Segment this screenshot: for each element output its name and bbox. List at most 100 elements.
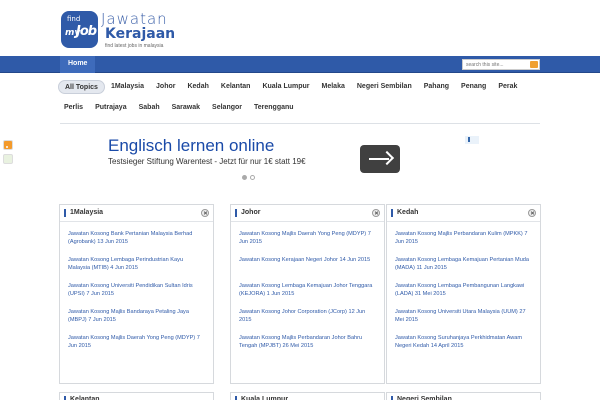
job-date: 26 Mei 2015	[282, 343, 314, 349]
ad-title[interactable]: Englisch lernen online	[108, 136, 274, 156]
header: find my Job Jawatan Kerajaan find latest…	[0, 0, 600, 56]
job-date: 1 Jun 2015	[266, 291, 295, 297]
widget-title: Johor	[235, 209, 260, 217]
topic-putrajaya[interactable]: Putrajaya	[89, 101, 133, 115]
list-item[interactable]: Jawatan Kosong Bank Pertanian Malaysia B…	[68, 230, 205, 246]
widget-list: Jawatan Kosong Bank Pertanian Malaysia B…	[60, 222, 213, 350]
widget-list: Jawatan Kosong Majlis Perbandaran Kulim …	[387, 222, 540, 350]
topic-negeri-sembilan[interactable]: Negeri Sembilan	[351, 80, 418, 94]
topic-pahang[interactable]: Pahang	[418, 80, 455, 94]
topic-sabah[interactable]: Sabah	[133, 101, 166, 115]
widget-header: Johor	[231, 205, 384, 222]
close-icon[interactable]	[201, 209, 209, 217]
job-date: 4 Jun 2015	[110, 265, 138, 271]
topic-perlis[interactable]: Perlis	[58, 101, 89, 115]
list-item[interactable]: Jawatan Kosong Lembaga Perindustrian Kay…	[68, 256, 205, 272]
job-link[interactable]: Jawatan Kosong Kerajaan Negeri Johor	[239, 257, 338, 263]
topic-penang[interactable]: Penang	[455, 80, 492, 94]
topic-filter: All Topics 1Malaysia Johor Kedah Kelantan Kua…	[58, 78, 542, 120]
job-link[interactable]: Jawatan Kosong Majlis Perbandaran Kulim …	[395, 231, 523, 237]
adchoices-icon[interactable]	[465, 136, 479, 144]
topic-kelantan[interactable]: Kelantan	[215, 80, 257, 94]
topic-row: Perlis Putrajaya Sabah Sarawak Selangor Teren…	[58, 99, 542, 117]
site-logo[interactable]: find my Job Jawatan Kerajaan find latest…	[61, 11, 175, 49]
search-input[interactable]	[463, 60, 529, 69]
job-date: 11 Jun 2015	[416, 265, 447, 271]
widget-title: 1Malaysia	[64, 209, 103, 217]
list-item[interactable]: Jawatan Kosong Majlis Daerah Yong Peng (…	[239, 230, 376, 246]
search-box	[462, 59, 540, 70]
widget-title: Kedah	[391, 209, 418, 217]
job-link[interactable]: Jawatan Kosong Johor Corporation (JCorp)	[239, 309, 347, 315]
logo-line2: Kerajaan	[105, 26, 176, 42]
widget-negeri-sembilan: Negeri Sembilan	[386, 392, 541, 400]
job-link[interactable]: Jawatan Kosong Majlis Daerah Yong Peng (…	[239, 231, 366, 237]
job-date: 14 Jun 2015	[339, 257, 371, 263]
list-item[interactable]: Jawatan Kosong Suruhanjaya Perkhidmatan …	[395, 334, 532, 350]
logo-tagline: find latest jobs in malaysia	[105, 43, 164, 49]
topic-kuala-lumpur[interactable]: Kuala Lumpur	[256, 80, 315, 94]
job-link[interactable]: Jawatan Kosong Universiti Utara Malaysia…	[395, 309, 518, 315]
widget-kelantan: Kelantan	[59, 392, 214, 400]
logo-badge-job: Job	[76, 24, 97, 39]
widget-kedah: Kedah Jawatan Kosong Majlis Perbandaran K…	[386, 204, 541, 384]
widget-header: 1Malaysia	[60, 205, 213, 222]
arrow-right-icon[interactable]	[360, 145, 400, 173]
job-date: 13 Jun 2015	[97, 239, 129, 245]
page: find my Job Jawatan Kerajaan find latest…	[0, 0, 600, 400]
list-item[interactable]: Jawatan Kosong Lembaga Kemajuan Johor Te…	[239, 282, 376, 298]
list-item[interactable]: Jawatan Kosong Universiti Utara Malaysia…	[395, 308, 532, 324]
widget-1malaysia: 1Malaysia Jawatan Kosong Bank Pertanian M…	[59, 204, 214, 384]
ad-pager-dot[interactable]	[242, 175, 247, 180]
topic-all-topics[interactable]: All Topics	[58, 80, 105, 94]
list-item[interactable]: Jawatan Kosong Majlis Daerah Yong Peng (…	[68, 334, 205, 350]
list-item[interactable]: Jawatan Kosong Majlis Perbandaran Kulim …	[395, 230, 532, 246]
ad-pager	[242, 175, 258, 180]
logo-badge: find my Job	[61, 11, 98, 48]
widget-johor: Johor Jawatan Kosong Majlis Daerah Yong P…	[230, 204, 385, 384]
job-link[interactable]: Jawatan Kosong Bank Pertanian Malaysia B…	[68, 231, 192, 245]
topic-1malaysia[interactable]: 1Malaysia	[105, 80, 150, 94]
search-button-icon[interactable]	[530, 61, 538, 68]
topic-row: All Topics 1Malaysia Johor Kedah Kelantan Kua…	[58, 78, 542, 96]
side-icons	[3, 140, 13, 168]
topic-perak[interactable]: Perak	[492, 80, 523, 94]
topic-terengganu[interactable]: Terengganu	[248, 101, 300, 115]
widget-title: Kelantan	[64, 396, 100, 400]
topic-selangor[interactable]: Selangor	[206, 101, 248, 115]
nav-home-link[interactable]: Home	[60, 56, 96, 73]
list-item[interactable]: Jawatan Kosong Lembaga Kemajuan Pertania…	[395, 256, 532, 272]
widget-title: Kuala Lumpur	[235, 396, 288, 400]
job-link[interactable]: Jawatan Kosong Majlis Daerah Yong Peng (…	[68, 335, 195, 341]
widget-header: Kedah	[387, 205, 540, 222]
job-date: 14 April 2015	[430, 343, 464, 349]
topic-johor[interactable]: Johor	[150, 80, 181, 94]
chat-icon[interactable]	[3, 154, 13, 164]
close-icon[interactable]	[528, 209, 536, 217]
topic-melaka[interactable]: Melaka	[316, 80, 351, 94]
main-nav: Home	[0, 56, 600, 73]
topic-kedah[interactable]: Kedah	[181, 80, 214, 94]
widget-list: Jawatan Kosong Majlis Daerah Yong Peng (…	[231, 222, 384, 350]
ad-description: Testsieger Stiftung Warentest - Jetzt fü…	[108, 157, 306, 166]
topic-sarawak[interactable]: Sarawak	[166, 101, 206, 115]
list-item[interactable]: Jawatan Kosong Johor Corporation (JCorp)…	[239, 308, 376, 324]
list-item[interactable]: Jawatan Kosong Majlis Bandaraya Petaling…	[68, 308, 205, 324]
ad-pager-dot[interactable]	[250, 175, 255, 180]
ad-banner[interactable]: Englisch lernen online Testsieger Stiftu…	[108, 136, 480, 180]
widget-kuala-lumpur: Kuala Lumpur	[230, 392, 385, 400]
logo-line1: Jawatan	[101, 10, 168, 28]
list-item[interactable]: Jawatan Kosong Lembaga Pembangunan Langk…	[395, 282, 532, 298]
job-date: 7 Jun 2015	[88, 317, 116, 323]
list-item[interactable]: Jawatan Kosong Universiti Pendidikan Sul…	[68, 282, 205, 298]
rss-icon[interactable]	[3, 140, 13, 150]
logo-badge-find: find	[67, 15, 81, 23]
job-link[interactable]: Jawatan Kosong Lembaga Kemajuan Johor Te…	[239, 283, 372, 297]
job-date: 31 Mei 2015	[414, 291, 446, 297]
list-item[interactable]: Jawatan Kosong Majlis Perbandaran Johor …	[239, 334, 376, 350]
job-date: 7 Jun 2015	[86, 291, 115, 297]
close-icon[interactable]	[372, 209, 380, 217]
logo-text: Jawatan Kerajaan find latest jobs in mal…	[101, 10, 176, 50]
job-link[interactable]: Jawatan Kosong Majlis Bandaraya Petaling…	[68, 309, 189, 323]
list-item[interactable]: Jawatan Kosong Kerajaan Negeri Johor 14 …	[239, 256, 376, 272]
